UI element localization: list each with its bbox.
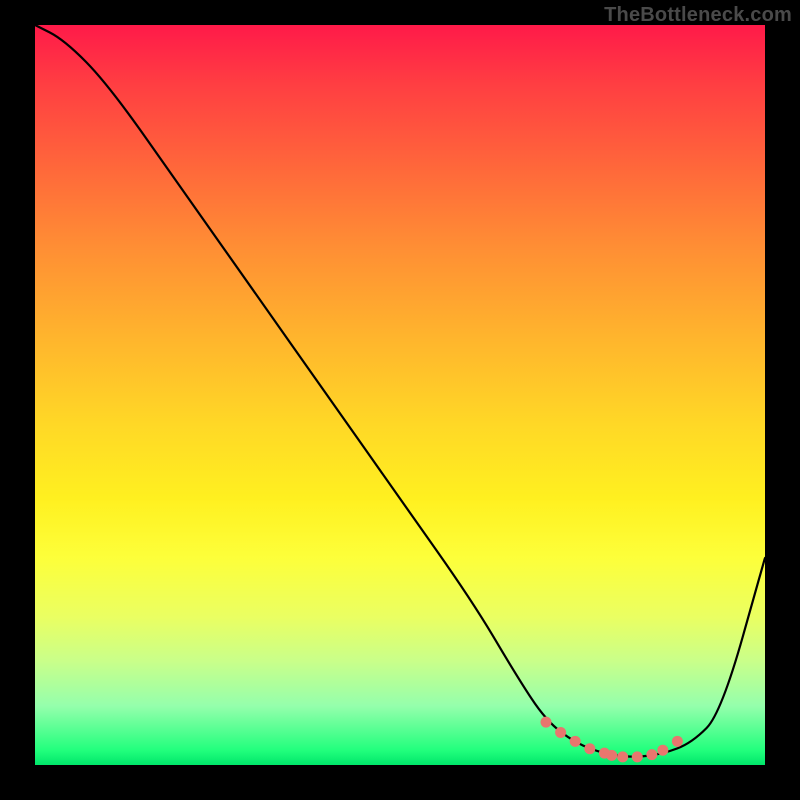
dot-marker — [672, 736, 683, 747]
dot-marker — [584, 743, 595, 754]
dot-marker — [541, 717, 552, 728]
dot-marker — [617, 751, 628, 762]
chart-svg — [35, 25, 765, 765]
dot-marker — [606, 750, 617, 761]
watermark-text: TheBottleneck.com — [604, 4, 792, 27]
dot-marker — [632, 751, 643, 762]
dot-marker — [646, 749, 657, 760]
dot-marker — [555, 727, 566, 738]
dot-marker — [570, 736, 581, 747]
chart-frame: TheBottleneck.com — [0, 0, 800, 800]
dot-marker — [657, 745, 668, 756]
main-curve — [35, 25, 765, 757]
plot-area — [35, 25, 765, 765]
dot-markers — [541, 717, 683, 763]
